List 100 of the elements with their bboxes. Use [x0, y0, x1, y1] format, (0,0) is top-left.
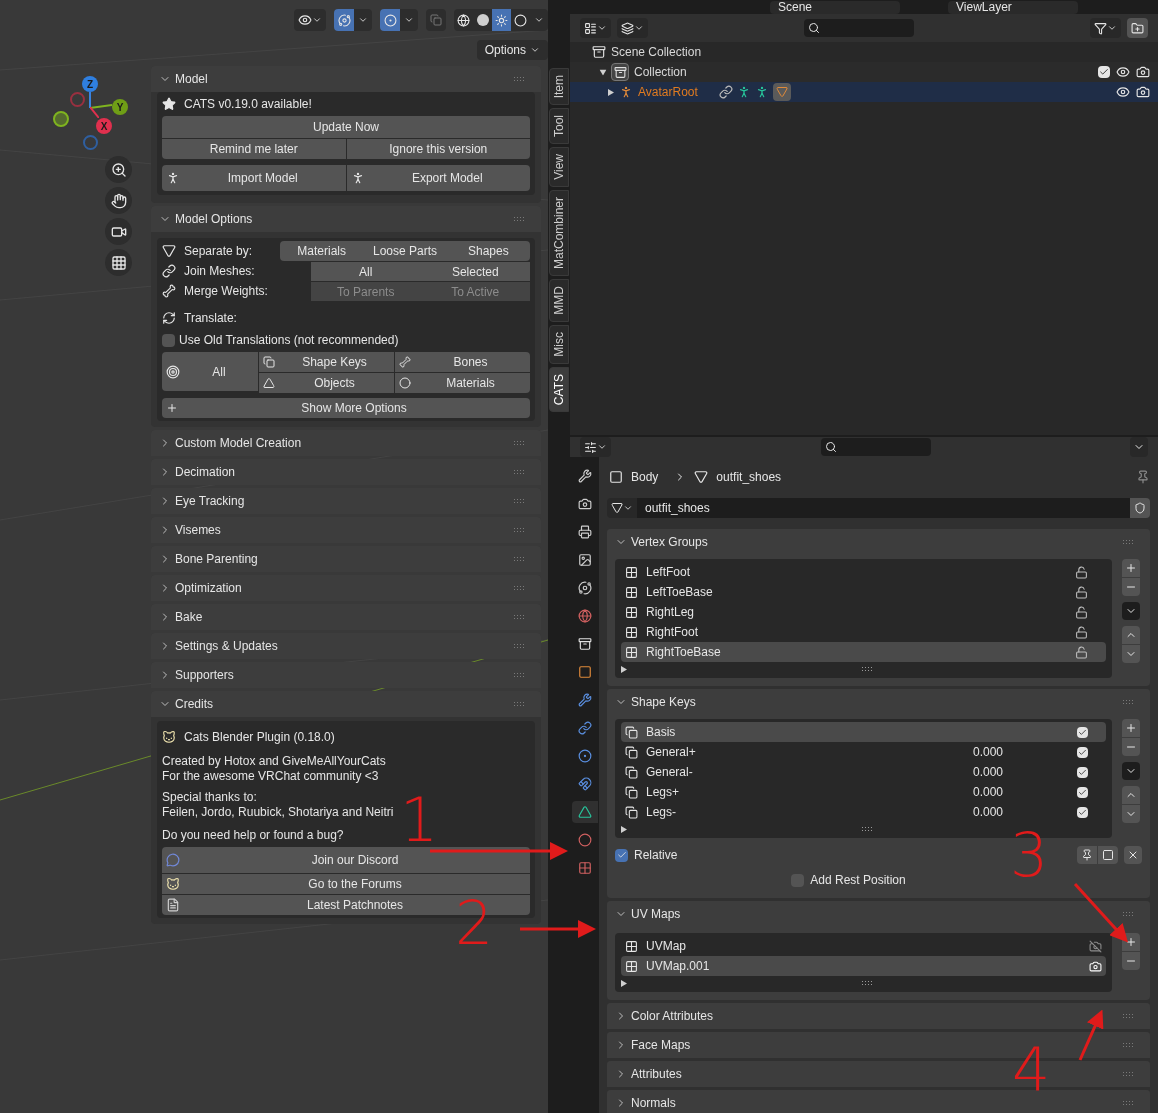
move-down-button[interactable] [1122, 645, 1140, 663]
view-layer-field[interactable]: ViewLayer [948, 0, 1078, 14]
edit-mode-button[interactable] [1098, 846, 1118, 864]
uv-map-row[interactable]: UVMap [621, 936, 1106, 956]
panel-header[interactable]: Credits [151, 691, 541, 717]
gizmo-toggle-button[interactable] [334, 9, 354, 31]
shape-key-value[interactable]: 0.000 [972, 743, 1003, 761]
translate-button[interactable]: Shape Keys [259, 352, 394, 372]
expanded-arrow-icon[interactable] [599, 69, 607, 75]
move-down-button[interactable] [1122, 805, 1140, 823]
checkbox[interactable] [162, 333, 175, 347]
panel-header[interactable]: Optimization [151, 575, 541, 601]
visibility-dropdown[interactable] [294, 9, 326, 31]
mesh-data-button[interactable] [772, 83, 791, 101]
link-button[interactable]: Join our Discord [162, 847, 530, 873]
mesh-name-field[interactable]: outfit_shoes [637, 498, 1130, 518]
search-field[interactable] [804, 19, 914, 37]
checkbox[interactable] [1098, 66, 1110, 78]
import-model-button[interactable]: Import Model [162, 165, 346, 191]
vertex-group-row[interactable]: LeftFoot [621, 562, 1106, 582]
scene-field[interactable]: Scene [770, 0, 900, 14]
sidebar-tab[interactable]: MatCombiner [549, 190, 569, 277]
outliner-row[interactable]: AvatarRoot [570, 82, 1158, 102]
remove-button[interactable] [1122, 578, 1140, 596]
uv-map-row[interactable]: UVMap.001 [621, 956, 1106, 976]
axis-y-handle[interactable]: Y [112, 99, 128, 115]
clear-button[interactable] [1124, 846, 1142, 864]
move-up-button[interactable] [1122, 786, 1140, 804]
properties-tab[interactable] [571, 801, 598, 823]
checkbox[interactable] [1077, 786, 1088, 798]
sidebar-tab[interactable]: MMD [549, 279, 569, 322]
overlay-toggle-button[interactable] [380, 9, 400, 31]
vertex-group-row[interactable]: LeftToeBase [621, 582, 1106, 602]
zoom-button[interactable] [105, 156, 132, 183]
checkbox[interactable] [1077, 726, 1088, 738]
camera-button[interactable] [105, 218, 132, 245]
shape-key-row[interactable]: Basis [621, 722, 1106, 742]
checkbox[interactable] [1077, 766, 1088, 778]
vertex-group-row[interactable]: RightLeg [621, 602, 1106, 622]
separate-button[interactable]: Materials [280, 241, 364, 261]
new-collection-button[interactable] [1127, 18, 1148, 38]
options-dropdown[interactable]: Options [476, 40, 548, 60]
panel-header[interactable]: Decimation [151, 459, 541, 485]
panel-header[interactable]: Bone Parenting [151, 546, 541, 572]
vertex-group-row[interactable]: RightFoot [621, 622, 1106, 642]
separate-button[interactable]: Shapes [446, 241, 530, 261]
shape-key-row[interactable]: Legs- 0.000 [621, 802, 1106, 822]
expand-arrow-icon[interactable] [621, 825, 627, 833]
remind-later-button[interactable]: Remind me later [162, 139, 346, 159]
collapsed-arrow-icon[interactable] [608, 88, 614, 96]
filter-dropdown[interactable] [1090, 18, 1121, 38]
panel-header[interactable]: Eye Tracking [151, 488, 541, 514]
panel-header[interactable]: Bake [151, 604, 541, 630]
sidebar-tab[interactable]: Item [549, 68, 569, 106]
sidebar-tab[interactable]: CATS [549, 366, 569, 412]
add-button[interactable] [1122, 559, 1140, 577]
panel-header[interactable]: Visemes [151, 517, 541, 543]
fake-user-button[interactable] [1130, 498, 1150, 518]
export-model-button[interactable]: Export Model [346, 165, 530, 191]
translate-all-button[interactable]: All [162, 352, 258, 391]
expand-arrow-icon[interactable] [621, 665, 627, 673]
shape-key-value[interactable]: 0.000 [972, 783, 1003, 801]
search-field[interactable] [821, 438, 931, 456]
negative-z-handle[interactable] [83, 135, 98, 150]
join-button[interactable]: All [311, 261, 421, 281]
panel-header[interactable]: Model [151, 66, 541, 92]
expand-arrow-icon[interactable] [621, 979, 627, 987]
sidebar-tab[interactable]: Tool [549, 108, 569, 145]
axis-x-handle[interactable]: X [96, 118, 112, 134]
specials-dropdown[interactable] [1122, 602, 1140, 620]
checkbox[interactable] [1077, 746, 1088, 758]
link-button[interactable]: Go to the Forums [162, 874, 530, 894]
move-up-button[interactable] [1122, 626, 1140, 644]
negative-x-handle[interactable] [70, 92, 85, 107]
shape-key-row[interactable]: General- 0.000 [621, 762, 1106, 782]
specials-dropdown[interactable] [1122, 762, 1140, 780]
add-button[interactable] [1122, 719, 1140, 737]
filter-view-dropdown[interactable] [617, 18, 648, 38]
pin-button[interactable] [1077, 846, 1097, 864]
panel-header[interactable]: Supporters [151, 662, 541, 688]
shape-key-row[interactable]: General+ 0.000 [621, 742, 1106, 762]
checkbox[interactable] [1077, 806, 1088, 818]
join-button[interactable]: Selected [420, 261, 530, 281]
sidebar-tab[interactable]: View [549, 147, 569, 188]
negative-y-handle[interactable] [53, 111, 69, 127]
shape-key-value[interactable]: 0.000 [972, 763, 1003, 781]
update-now-button[interactable]: Update Now [162, 116, 530, 138]
display-mode-dropdown[interactable] [580, 18, 611, 38]
translate-button[interactable]: Materials [395, 373, 530, 393]
sidebar-tab[interactable]: Misc [549, 324, 569, 364]
panel-header[interactable]: Settings & Updates [151, 633, 541, 659]
options-dropdown[interactable] [1130, 437, 1148, 457]
panel-header[interactable]: Custom Model Creation [151, 430, 541, 456]
mesh-browse-dropdown[interactable] [607, 498, 637, 518]
material-shading-button[interactable] [492, 9, 511, 31]
shape-key-row[interactable]: Legs+ 0.000 [621, 782, 1106, 802]
separate-button[interactable]: Loose Parts [363, 241, 447, 261]
hand-button[interactable] [105, 187, 132, 214]
checkbox[interactable] [615, 848, 628, 862]
outliner-row[interactable]: Scene Collection [570, 42, 1158, 62]
